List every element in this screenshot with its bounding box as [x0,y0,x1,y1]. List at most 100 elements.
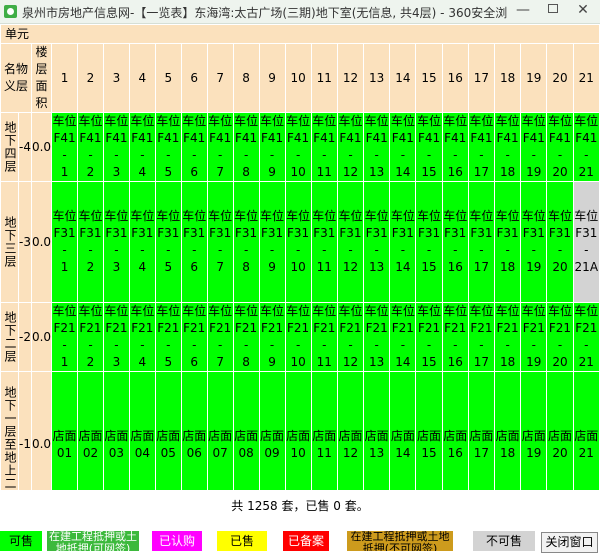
unit-cell[interactable]: 车位 F21- 4 [129,303,155,371]
unit-cell[interactable]: 车位 F31- 18 [495,182,521,302]
unit-cell[interactable]: 车位 F41- 2 [78,113,103,181]
unit-cell[interactable]: 车位 F21- 10 [285,303,311,371]
unit-cell[interactable]: 车位 F31- 16 [442,182,468,302]
maximize-button[interactable] [538,0,568,22]
unit-cell[interactable]: 车位 F41- 17 [468,113,495,181]
unit-cell[interactable]: 车位 F31- 21A [573,182,599,302]
unit-cell[interactable]: 店面 19 [521,372,547,490]
unit-cell[interactable]: 店面 18 [495,372,521,490]
unit-cell[interactable]: 车位 F31- 11 [311,182,337,302]
unit-cell[interactable]: 店面 10 [285,372,311,490]
unit-cell[interactable]: 车位 F21- 7 [207,303,233,371]
unit-code: F31- [444,226,467,257]
unit-cell[interactable]: 车位 F31- 1 [52,182,78,302]
unit-type: 车位 [260,209,285,223]
unit-cell[interactable]: 车位 F21- 18 [495,303,521,371]
unit-number: 21 [578,355,594,369]
unit-cell[interactable]: 车位 F31- 8 [233,182,259,302]
unit-cell[interactable]: 车位 F41- 9 [259,113,285,181]
unit-cell[interactable]: 车位 F41- 14 [390,113,416,181]
unit-cell[interactable]: 车位 F41- 20 [547,113,573,181]
minimize-button[interactable]: — [508,0,538,22]
unit-cell[interactable]: 车位 F21- 20 [547,303,573,371]
close-window-button[interactable]: ✕ [568,0,598,22]
unit-cell[interactable]: 车位 F21- 3 [103,303,129,371]
floor-number: -1 [19,372,31,490]
unit-cell[interactable]: 车位 F31- 20 [547,182,573,302]
unit-cell[interactable]: 车位 F21- 12 [337,303,364,371]
unit-cell[interactable]: 店面 01 [52,372,78,490]
unit-cell[interactable]: 车位 F41- 5 [155,113,181,181]
unit-cell[interactable]: 车位 F31- 10 [285,182,311,302]
unit-cell[interactable]: 车位 F31- 4 [129,182,155,302]
unit-cell[interactable]: 车位 F41- 12 [337,113,364,181]
unit-cell[interactable]: 车位 F31- 7 [207,182,233,302]
unit-cell[interactable]: 车位 F31- 17 [468,182,495,302]
unit-cell[interactable]: 车位 F41- 16 [442,113,468,181]
unit-grid-scroll-area[interactable]: 单元 名物义层 楼层面积 1 2 3 4 5 6 7 8 9 10 11 12 13 14 15 16 17 18 19 2… [0,24,600,490]
unit-cell[interactable]: 车位 F21- 13 [364,303,390,371]
unit-cell[interactable]: 车位 F21- 5 [155,303,181,371]
unit-cell[interactable]: 车位 F21- 1 [52,303,78,371]
unit-cell[interactable]: 店面 11 [311,372,337,490]
unit-cell[interactable]: 车位 F31- 19 [521,182,547,302]
unit-cell[interactable]: 店面 16 [442,372,468,490]
close-page-button[interactable]: 关闭窗口 [541,532,598,553]
unit-cell[interactable]: 车位 F21- 15 [416,303,442,371]
unit-cell[interactable]: 车位 F21- 9 [259,303,285,371]
unit-cell[interactable]: 店面 12 [337,372,364,490]
unit-number: 4 [138,260,147,274]
unit-cell[interactable]: 车位 F21- 21 [573,303,599,371]
unit-cell[interactable]: 车位 F31- 13 [364,182,390,302]
unit-cell[interactable]: 店面 04 [129,372,155,490]
unit-cell[interactable]: 店面 05 [155,372,181,490]
unit-cell[interactable]: 车位 F41- 4 [129,113,155,181]
unit-cell[interactable]: 车位 F41- 19 [521,113,547,181]
unit-cell[interactable]: 车位 F21- 8 [233,303,259,371]
unit-number: 19 [526,355,542,369]
unit-cell[interactable]: 车位 F31- 15 [416,182,442,302]
unit-cell[interactable]: 店面 06 [181,372,207,490]
unit-cell[interactable]: 店面 03 [103,372,129,490]
unit-cell[interactable]: 车位 F31- 5 [155,182,181,302]
unit-cell[interactable]: 店面 15 [416,372,442,490]
unit-cell[interactable]: 车位 F41- 15 [416,113,442,181]
unit-cell[interactable]: 店面 21 [573,372,599,490]
unit-cell[interactable]: 车位 F41- 8 [233,113,259,181]
unit-cell[interactable]: 车位 F41- 7 [207,113,233,181]
unit-cell[interactable]: 车位 F41- 18 [495,113,521,181]
unit-cell[interactable]: 车位 F31- 12 [337,182,364,302]
unit-cell[interactable]: 店面 07 [207,372,233,490]
unit-number: 04 [134,445,150,460]
unit-code: F31- [417,226,441,257]
unit-cell[interactable]: 车位 F21- 6 [181,303,207,371]
unit-cell[interactable]: 车位 F31- 14 [390,182,416,302]
unit-cell[interactable]: 车位 F31- 6 [181,182,207,302]
unit-cell[interactable]: 车位 F41- 3 [103,113,129,181]
unit-cell[interactable]: 店面 13 [364,372,390,490]
unit-cell[interactable]: 车位 F21- 14 [390,303,416,371]
unit-cell[interactable]: 店面 02 [78,372,103,490]
unit-cell[interactable]: 车位 F31- 3 [103,182,129,302]
unit-cell[interactable]: 店面 14 [390,372,416,490]
unit-cell[interactable]: 车位 F21- 2 [78,303,103,371]
unit-cell[interactable]: 车位 F41- 1 [52,113,78,181]
unit-cell[interactable]: 车位 F21- 16 [442,303,468,371]
unit-cell[interactable]: 店面 08 [233,372,259,490]
column-number: 10 [285,44,311,112]
unit-cell[interactable]: 车位 F41- 21 [573,113,599,181]
unit-cell[interactable]: 店面 20 [547,372,573,490]
unit-cell[interactable]: 车位 F41- 6 [181,113,207,181]
unit-cell[interactable]: 店面 17 [468,372,495,490]
unit-cell[interactable]: 车位 F41- 13 [364,113,390,181]
unit-cell[interactable]: 车位 F31- 9 [259,182,285,302]
unit-cell[interactable]: 车位 F41- 10 [285,113,311,181]
unit-number: 4 [138,355,147,369]
unit-cell[interactable]: 店面 09 [259,372,285,490]
unit-cell[interactable]: 车位 F31- 2 [78,182,103,302]
unit-cell[interactable]: 车位 F21- 11 [311,303,337,371]
unit-cell[interactable]: 车位 F21- 17 [468,303,495,371]
column-number: 8 [233,44,259,112]
unit-cell[interactable]: 车位 F21- 19 [521,303,547,371]
unit-cell[interactable]: 车位 F41- 11 [311,113,337,181]
